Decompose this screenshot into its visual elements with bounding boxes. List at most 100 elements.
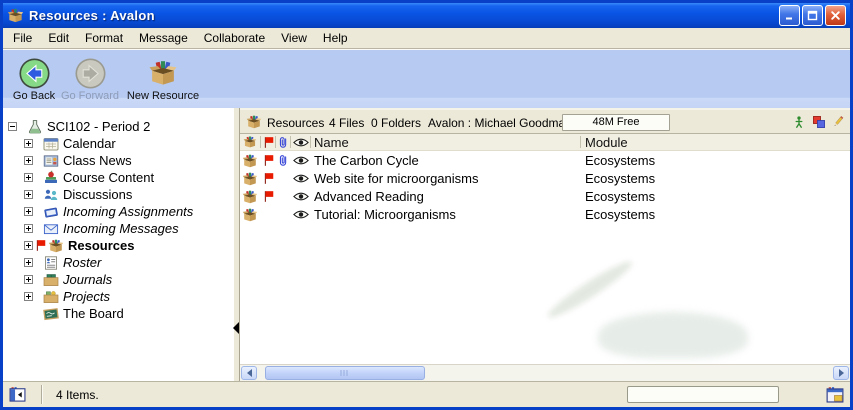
eye-icon[interactable] [293, 155, 309, 166]
table-row[interactable]: The Carbon Cycle Ecosystems [240, 152, 850, 170]
tree-item-class-news[interactable]: Class News [3, 152, 233, 169]
column-header-name[interactable]: Name [314, 135, 349, 150]
table-row[interactable]: Tutorial: Microorganisms Ecosystems [240, 206, 850, 224]
tree-item-projects[interactable]: Projects [3, 288, 233, 305]
maximize-icon [807, 10, 818, 21]
resource-box-icon [242, 189, 258, 205]
go-back-button[interactable]: Go Back [9, 50, 59, 108]
roster-icon [43, 255, 59, 271]
toolbar: Go Back Go Forward New Resource [3, 49, 850, 108]
tree-expand-toggle[interactable] [24, 258, 33, 267]
minimize-icon [784, 10, 795, 21]
horizontal-scrollbar[interactable] [240, 364, 850, 381]
resource-box-icon [242, 171, 258, 187]
tree-item-incoming-messages[interactable]: Incoming Messages [3, 220, 233, 237]
maximize-button[interactable] [802, 5, 823, 26]
tree-expand-toggle[interactable] [24, 156, 33, 165]
content-area: SCI102 - Period 2 Calendar Class News Co… [3, 108, 850, 381]
menu-item-view[interactable]: View [273, 29, 315, 47]
copy-layers-icon[interactable] [812, 115, 826, 129]
tree-item-course-content[interactable]: Course Content [3, 169, 233, 186]
tree-item-discussions[interactable]: Discussions [3, 186, 233, 203]
column-separator [290, 136, 291, 148]
tree-expand-toggle[interactable] [24, 275, 33, 284]
resource-name[interactable]: Tutorial: Microorganisms [314, 207, 456, 222]
messages-icon [43, 221, 59, 237]
tree-item-label: Resources [68, 238, 134, 253]
app-icon[interactable] [7, 7, 24, 24]
user-icon[interactable] [792, 115, 806, 129]
resource-module: Ecosystems [585, 171, 655, 186]
menu-item-edit[interactable]: Edit [40, 29, 77, 47]
free-space-gauge: 48M Free [562, 114, 670, 131]
flag-column-icon[interactable] [263, 136, 274, 149]
scroll-right-button[interactable] [833, 366, 849, 380]
go-forward-button[interactable]: Go Forward [59, 50, 121, 108]
column-separator [260, 136, 261, 148]
resource-name[interactable]: Advanced Reading [314, 189, 424, 204]
tree-expand-toggle[interactable] [24, 224, 33, 233]
tree-item-label: The Board [63, 306, 124, 321]
close-icon [830, 10, 841, 21]
tree-item-resources[interactable]: Resources [3, 237, 233, 254]
title-bar[interactable]: Resources : Avalon [3, 3, 850, 28]
table-row[interactable]: Advanced Reading Ecosystems [240, 188, 850, 206]
calendar-icon [43, 136, 59, 152]
tree-expand-toggle[interactable] [24, 207, 33, 216]
pencil-icon[interactable] [831, 115, 845, 129]
menu-item-format[interactable]: Format [77, 29, 131, 47]
tree-item-calendar[interactable]: Calendar [3, 135, 233, 152]
tree-item-course-root[interactable]: SCI102 - Period 2 [3, 118, 233, 135]
discussions-icon [43, 187, 59, 203]
app-window: Resources : Avalon File Edit Format Mess… [0, 0, 853, 410]
tree-item-the-board[interactable]: The Board [3, 305, 233, 322]
scrollbar-thumb[interactable] [265, 366, 425, 380]
eye-column-icon[interactable] [293, 137, 309, 148]
resource-box-column-icon[interactable] [243, 135, 257, 149]
menu-item-help[interactable]: Help [315, 29, 356, 47]
tree-expand-toggle[interactable] [24, 173, 33, 182]
news-icon [43, 153, 59, 169]
menu-item-file[interactable]: File [5, 29, 40, 47]
menu-item-message[interactable]: Message [131, 29, 196, 47]
column-header-module[interactable]: Module [585, 135, 628, 150]
eye-icon[interactable] [293, 209, 309, 220]
tree-item-incoming-assignments[interactable]: Incoming Assignments [3, 203, 233, 220]
new-resource-button[interactable]: New Resource [121, 50, 205, 108]
eye-icon[interactable] [293, 173, 309, 184]
menu-item-collaborate[interactable]: Collaborate [196, 29, 273, 47]
tree-expand-toggle[interactable] [24, 241, 33, 250]
tree-item-roster[interactable]: Roster [3, 254, 233, 271]
new-resource-label: New Resource [127, 90, 199, 102]
panel-splitter[interactable] [233, 108, 240, 381]
tree-item-journals[interactable]: Journals [3, 271, 233, 288]
table-row[interactable]: Web site for microorganisms Ecosystems [240, 170, 850, 188]
board-icon [43, 306, 59, 322]
resource-name[interactable]: The Carbon Cycle [314, 153, 419, 168]
resource-box-icon [246, 114, 262, 130]
tree-item-label: Projects [63, 289, 110, 304]
eye-icon[interactable] [293, 191, 309, 202]
splitter-collapse-icon[interactable] [233, 322, 239, 334]
resource-box-icon [242, 153, 258, 169]
tree-expand-toggle[interactable] [24, 139, 33, 148]
column-separator [275, 136, 276, 148]
window-title: Resources : Avalon [29, 8, 774, 23]
panel-toggle-icon[interactable] [826, 386, 844, 404]
tree-expand-toggle[interactable] [24, 292, 33, 301]
tree-item-label: Calendar [63, 136, 116, 151]
status-bar: 4 Items. [3, 381, 850, 407]
minimize-button[interactable] [779, 5, 800, 26]
tree-expand-toggle[interactable] [24, 190, 33, 199]
tree-item-label: Roster [63, 255, 101, 270]
course-content-icon [43, 170, 59, 186]
collapse-panel-icon[interactable] [9, 386, 26, 403]
assignments-icon [43, 204, 59, 220]
tree-collapse-toggle[interactable] [8, 122, 17, 131]
paperclip-column-icon[interactable] [277, 136, 290, 149]
scroll-left-button[interactable] [241, 366, 257, 380]
owner-label: Avalon : Michael Goodman [428, 116, 572, 130]
close-button[interactable] [825, 5, 846, 26]
flag-icon [263, 172, 274, 185]
resource-name[interactable]: Web site for microorganisms [314, 171, 478, 186]
